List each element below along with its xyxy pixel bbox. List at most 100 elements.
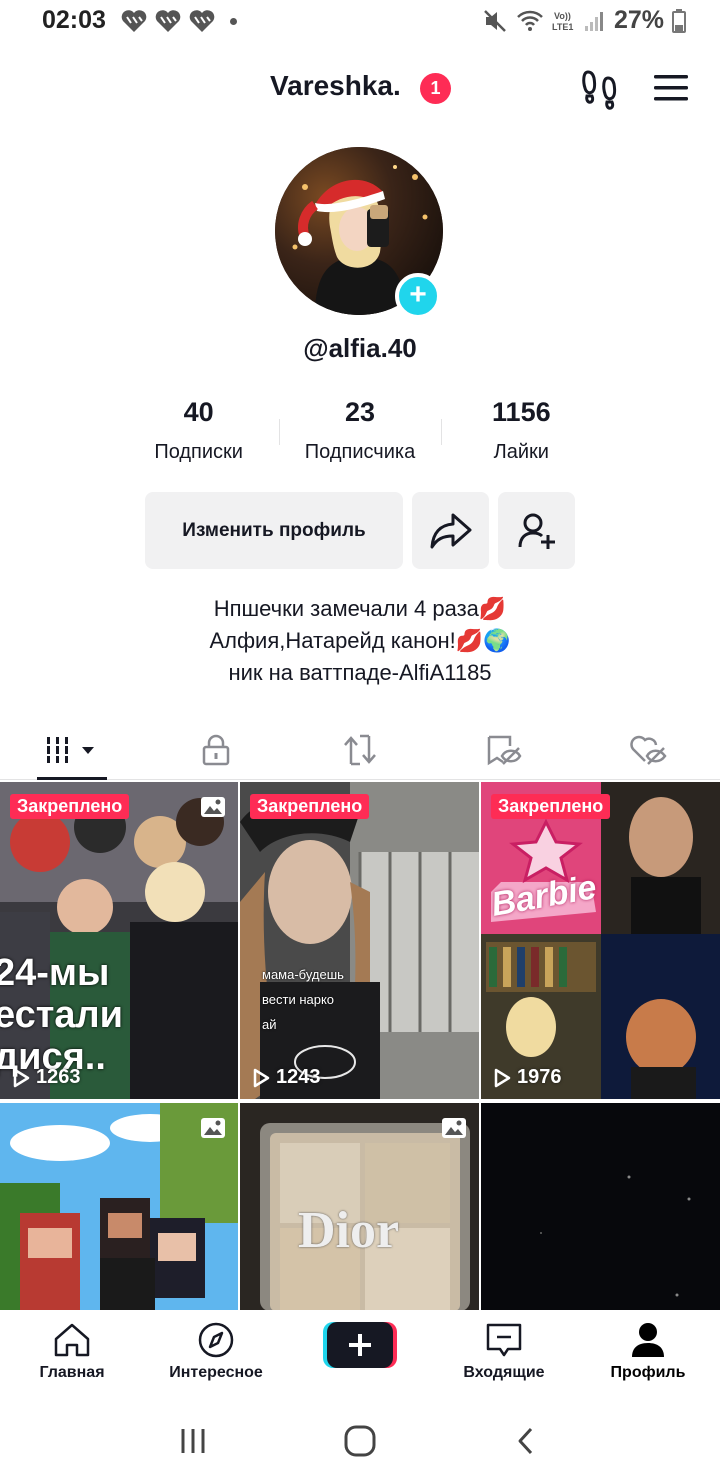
tab-videos[interactable]	[0, 720, 144, 780]
play-icon	[494, 1068, 511, 1087]
mute-icon	[484, 9, 506, 32]
lock-icon	[202, 734, 230, 765]
add-friend-button[interactable]	[498, 492, 575, 569]
stat-value: 40	[183, 397, 214, 427]
view-count-value: 1263	[36, 1066, 81, 1088]
nav-profile[interactable]: Профиль	[576, 1310, 720, 1402]
profile-icon	[632, 1323, 664, 1357]
bio-line: Алфия,Натарейд канон!💋🌍	[209, 628, 511, 653]
battery-icon	[672, 8, 686, 33]
add-user-icon	[518, 513, 555, 549]
view-count-value: 1243	[276, 1066, 321, 1088]
video-thumbnail[interactable]: 24-мы естали дися.. Закреплено 1263	[0, 782, 238, 1099]
nav-home[interactable]: Главная	[0, 1310, 144, 1402]
video-caption: 24-мы естали дися..	[0, 952, 124, 1078]
home-icon	[54, 1323, 90, 1357]
wifi-icon	[517, 10, 543, 31]
tab-liked[interactable]	[576, 720, 720, 779]
footprints-icon[interactable]	[580, 66, 622, 110]
recent-apps-icon[interactable]	[178, 1426, 208, 1456]
view-count: 1243	[252, 1066, 321, 1089]
nav-label: Интересное	[169, 1364, 263, 1381]
stat-following[interactable]: 40 Подписки	[118, 397, 279, 469]
tab-reposts[interactable]	[288, 720, 432, 779]
more-notifications-dot	[230, 17, 237, 25]
create-icon	[323, 1322, 397, 1368]
stat-label: Лайки	[493, 441, 549, 463]
nav-label: Главная	[39, 1364, 105, 1381]
svg-text:Vo)): Vo))	[554, 11, 571, 21]
thumbnail-image	[481, 782, 720, 1099]
notification-badge: 1	[420, 73, 451, 104]
profile-handle: @alfia.40	[303, 333, 417, 363]
content-tabs	[0, 720, 720, 780]
pinned-badge: Закреплено	[491, 794, 611, 819]
svg-text:LTE1: LTE1	[552, 22, 573, 32]
status-bar: 02:03 Vo)) LTE1 27%	[0, 0, 720, 44]
nav-create[interactable]	[288, 1310, 432, 1402]
battery-percent: 27%	[613, 6, 664, 34]
repost-icon	[344, 734, 376, 765]
video-caption: Dior	[298, 1202, 400, 1259]
nav-discover[interactable]: Интересное	[144, 1310, 288, 1402]
signal-icon	[584, 11, 603, 31]
video-thumbnail[interactable]: мама-будешь вести нарко ай Закреплено 12…	[240, 782, 479, 1099]
bottom-navigation: Главная Интересное Входящие Профиль	[0, 1310, 720, 1402]
nav-label: Входящие	[463, 1364, 545, 1381]
share-profile-button[interactable]	[412, 492, 489, 569]
grid-icon	[47, 736, 94, 763]
profile-actions: Изменить профиль	[145, 492, 575, 569]
stat-label: Подписки	[154, 441, 243, 463]
heart-icon	[155, 10, 181, 32]
photo-icon	[201, 1118, 225, 1138]
inbox-icon	[486, 1323, 522, 1357]
back-icon[interactable]	[512, 1426, 542, 1456]
heart-icon	[121, 10, 147, 32]
system-navigation	[0, 1402, 720, 1480]
video-thumbnail[interactable]	[0, 1103, 238, 1311]
pinned-badge: Закреплено	[250, 794, 370, 819]
profile-header: Vareshka. 1	[0, 60, 720, 120]
lte-icon: Vo))LTE1	[552, 11, 573, 32]
status-time: 02:03	[42, 6, 106, 34]
profile-bio: Нпшечки замечали 4 раза💋 Алфия,Натарейд …	[0, 593, 720, 689]
compass-icon	[198, 1322, 234, 1358]
stat-likes[interactable]: 1156 Лайки	[440, 397, 602, 469]
video-thumbnail[interactable]	[481, 1103, 720, 1311]
thumbnail-image	[481, 1103, 720, 1311]
bio-line: ник на ваттпаде-AlfiA1185	[228, 660, 492, 685]
view-count: 1976	[493, 1066, 562, 1089]
view-count-value: 1976	[517, 1066, 562, 1088]
thumbnail-image	[240, 782, 479, 1099]
stat-followers[interactable]: 23 Подписчика	[279, 397, 440, 469]
saved-icon	[487, 735, 522, 765]
tab-saved[interactable]	[432, 720, 576, 779]
notification-icons	[120, 8, 237, 34]
nav-inbox[interactable]: Входящие	[432, 1310, 576, 1402]
view-count: 1263	[12, 1066, 81, 1089]
share-icon	[430, 513, 471, 548]
system-status-icons: Vo)) LTE1 27%	[482, 6, 686, 35]
play-icon	[13, 1068, 30, 1087]
stat-value: 23	[344, 397, 376, 427]
video-thumbnail[interactable]: Barbie Закреплено 1976	[481, 782, 720, 1099]
video-grid: 24-мы естали дися.. Закреплено 1263 мама…	[0, 782, 720, 1311]
menu-icon[interactable]	[652, 72, 690, 104]
nav-label: Профиль	[610, 1364, 686, 1381]
account-switcher[interactable]: Vareshka.	[270, 70, 401, 102]
photo-icon	[442, 1118, 466, 1138]
pinned-badge: Закреплено	[10, 794, 130, 819]
photo-icon	[201, 797, 225, 817]
bio-line: Нпшечки замечали 4 раза💋	[213, 596, 507, 621]
home-button-icon[interactable]	[343, 1424, 377, 1458]
tab-private[interactable]	[144, 720, 288, 779]
video-caption: мама-будешь вести нарко ай	[262, 967, 344, 1032]
add-avatar-button[interactable]: +	[395, 273, 441, 319]
liked-hidden-icon	[630, 735, 667, 765]
play-icon	[253, 1068, 270, 1087]
heart-icon	[189, 10, 215, 32]
edit-profile-button[interactable]: Изменить профиль	[145, 492, 403, 569]
stat-label: Подписчика	[304, 441, 416, 463]
video-thumbnail[interactable]: Dior	[240, 1103, 479, 1311]
stat-value: 1156	[492, 397, 551, 427]
